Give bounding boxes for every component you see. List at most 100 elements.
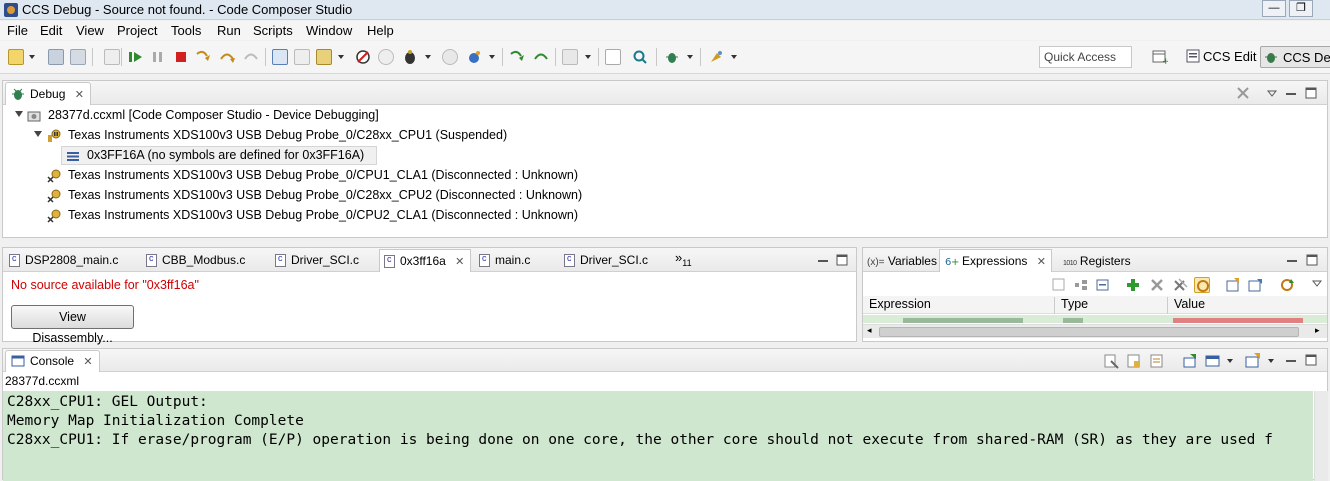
tools-icon[interactable] [562, 49, 578, 65]
vertical-scrollbar[interactable] [1314, 391, 1328, 481]
tab-0x3ff16a[interactable]: 0x3ff16a ✕ [379, 249, 472, 272]
menu-scripts[interactable]: Scripts [253, 23, 293, 38]
tab-expressions[interactable]: 6 + Expressions ✕ [939, 249, 1052, 272]
search-icon[interactable] [632, 49, 648, 65]
perspective-ccs-debug[interactable]: CCS Debug [1260, 46, 1330, 68]
maximize-view-icon[interactable] [1305, 87, 1317, 99]
external-tools-icon[interactable] [708, 49, 724, 65]
tree-item-cpu1-cla1[interactable]: Texas Instruments XDS100v3 USB Debug Pro… [11, 167, 631, 186]
open-console-icon[interactable] [1245, 353, 1261, 369]
chevron-down-icon[interactable] [29, 55, 35, 59]
close-icon[interactable]: ✕ [455, 255, 464, 268]
scroll-right-icon[interactable]: ▸ [1315, 325, 1320, 336]
menu-project[interactable]: Project [117, 23, 157, 38]
scroll-lock-icon[interactable] [1126, 353, 1142, 369]
debug-icon[interactable] [402, 49, 418, 65]
menu-run[interactable]: Run [217, 23, 241, 38]
restart-icon[interactable] [378, 49, 394, 65]
scroll-left-icon[interactable]: ◂ [867, 325, 872, 336]
continuous-refresh-icon[interactable] [1194, 277, 1210, 293]
column-expression[interactable]: Expression [863, 297, 1055, 314]
maximize-view-icon[interactable] [1305, 354, 1317, 366]
tab-console[interactable]: Console ✕ [5, 350, 100, 372]
close-icon[interactable]: ✕ [75, 88, 84, 101]
chevron-down-icon[interactable] [1227, 359, 1233, 363]
refresh-icon[interactable] [1279, 277, 1295, 293]
reset-icon[interactable] [355, 49, 371, 65]
column-value[interactable]: Value [1168, 297, 1327, 314]
instruction-stepping-icon[interactable] [272, 49, 288, 65]
chevron-down-icon[interactable] [1268, 359, 1274, 363]
console-icon[interactable] [605, 49, 621, 65]
save-all-icon[interactable] [70, 49, 86, 65]
tab-registers[interactable]: 1010 Registers [1059, 251, 1136, 272]
menu-edit[interactable]: Edit [40, 23, 62, 38]
chevron-down-icon[interactable] [338, 55, 344, 59]
remove-terminated-icon[interactable] [1235, 85, 1251, 101]
tab-variables[interactable]: (x)= Variables [863, 251, 942, 272]
tab-dsp2808-main[interactable]: DSP2808_main.c [5, 250, 124, 272]
menu-help[interactable]: Help [367, 23, 394, 38]
scrollbar-thumb[interactable] [879, 327, 1299, 337]
show-logical-icon[interactable] [1073, 277, 1089, 293]
show-type-icon[interactable] [1051, 277, 1067, 293]
step-assembly-icon[interactable] [509, 49, 525, 65]
run-external-icon[interactable] [466, 49, 482, 65]
minimize-button[interactable]: — [1262, 0, 1286, 17]
maximize-view-icon[interactable] [1306, 254, 1318, 266]
tab-cbb-modbus[interactable]: CBB_Modbus.c [142, 250, 251, 272]
tree-item-cpu2[interactable]: Texas Instruments XDS100v3 USB Debug Pro… [11, 187, 631, 206]
word-wrap-icon[interactable] [1149, 353, 1165, 369]
clear-console-icon[interactable] [1103, 353, 1119, 369]
chevron-down-icon[interactable] [425, 55, 431, 59]
open-perspective-icon[interactable]: + [1152, 49, 1170, 67]
load-program-icon[interactable] [316, 49, 332, 65]
horizontal-scrollbar[interactable]: ◂ ▸ [863, 324, 1327, 338]
console-output[interactable]: C28xx_CPU1: GEL Output: Memory Map Initi… [3, 391, 1313, 481]
view-menu-icon[interactable] [1311, 277, 1323, 289]
terminate-icon[interactable] [173, 49, 189, 65]
resume-icon[interactable] [128, 49, 144, 65]
minimize-view-icon[interactable] [1285, 354, 1297, 366]
step-over-icon[interactable] [219, 49, 235, 65]
column-type[interactable]: Type [1055, 297, 1168, 314]
step-return-icon[interactable] [243, 49, 259, 65]
display-console-icon[interactable] [1205, 353, 1221, 369]
step-into-icon[interactable] [195, 49, 211, 65]
remove-expression-icon[interactable] [1149, 277, 1165, 293]
chevron-down-icon[interactable] [731, 55, 737, 59]
view-menu-icon[interactable] [1266, 87, 1278, 99]
suspend-icon[interactable] [150, 49, 166, 65]
view-disassembly-button[interactable]: View Disassembly... [11, 305, 134, 345]
chevron-down-icon[interactable] [687, 55, 693, 59]
minimize-view-icon[interactable] [817, 254, 829, 266]
tab-driver-sci-2[interactable]: Driver_SCI.c [560, 250, 654, 272]
tab-overflow-button[interactable]: »11 [675, 250, 692, 268]
minimize-view-icon[interactable] [1286, 254, 1298, 266]
step-over-assembly-icon[interactable] [533, 49, 549, 65]
close-icon[interactable]: ✕ [83, 355, 92, 368]
import-icon[interactable] [1225, 277, 1241, 293]
chevron-down-icon[interactable] [585, 55, 591, 59]
chevron-down-icon[interactable] [489, 55, 495, 59]
perspective-ccs-edit[interactable]: CCS Edit [1183, 46, 1256, 68]
tab-main[interactable]: main.c [475, 250, 536, 272]
hand-icon[interactable] [442, 49, 458, 65]
close-icon[interactable]: ✕ [1037, 255, 1046, 268]
menu-file[interactable]: File [7, 23, 28, 38]
table-row[interactable] [863, 315, 1327, 323]
tab-driver-sci[interactable]: Driver_SCI.c [271, 250, 365, 272]
tree-item-stack-frame[interactable]: 0x3FF16A (no symbols are defined for 0x3… [61, 146, 377, 165]
connect-icon[interactable] [294, 49, 310, 65]
tree-item-cpu1[interactable]: Texas Instruments XDS100v3 USB Debug Pro… [11, 127, 611, 146]
maximize-view-icon[interactable] [836, 254, 848, 266]
tree-item-cpu2-cla1[interactable]: Texas Instruments XDS100v3 USB Debug Pro… [11, 207, 631, 226]
remove-all-expressions-icon[interactable] [1173, 277, 1189, 293]
menu-view[interactable]: View [76, 23, 104, 38]
export-icon[interactable] [1247, 277, 1263, 293]
tree-item-ccxml[interactable]: 28377d.ccxml [Code Composer Studio - Dev… [11, 107, 611, 126]
expand-toggle-icon[interactable] [15, 111, 23, 117]
menu-tools[interactable]: Tools [171, 23, 201, 38]
expand-toggle-icon[interactable] [34, 131, 42, 137]
new-icon[interactable] [8, 49, 24, 65]
